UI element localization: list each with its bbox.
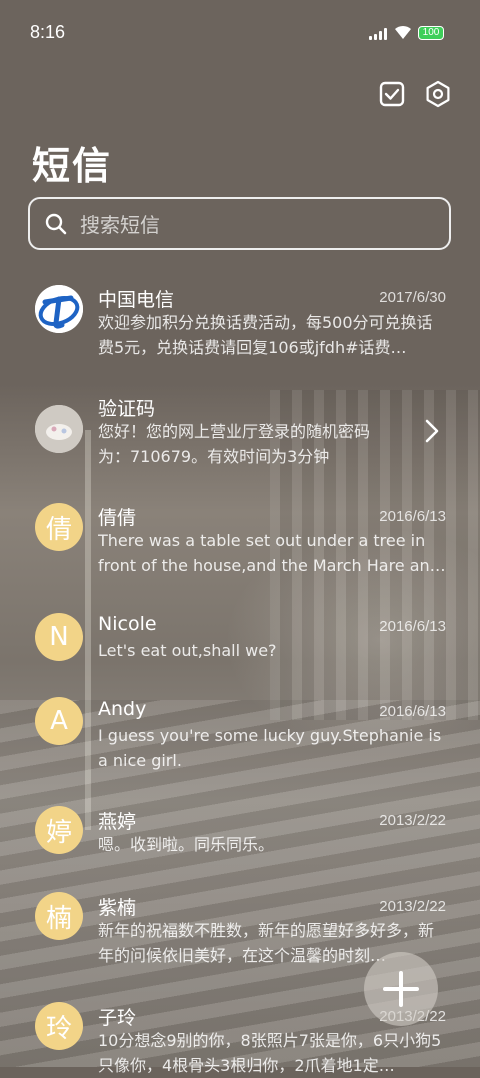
avatar: 倩 — [35, 503, 83, 551]
message-preview: There was a table set out under a tree i… — [98, 531, 446, 575]
contact-name: 倩倩 — [98, 507, 137, 529]
settings-button[interactable] — [422, 78, 454, 110]
message-date: 2016/6/13 — [379, 508, 446, 525]
message-date: 2013/2/22 — [379, 898, 446, 915]
avatar: 玲 — [35, 1002, 83, 1050]
contact-name: Nicole — [98, 613, 157, 635]
status-bar: 8:16 100 — [0, 0, 480, 68]
chevron-right-icon — [425, 419, 439, 443]
contact-name: 验证码 — [98, 398, 156, 420]
message-date: 2013/2/22 — [379, 812, 446, 829]
contact-name: Andy — [98, 698, 147, 720]
contact-name: 燕婷 — [98, 811, 137, 833]
avatar: A — [35, 697, 83, 745]
message-preview: Let's eat out,shall we? — [98, 641, 277, 660]
message-date: 2016/6/13 — [379, 703, 446, 720]
conversation-item[interactable]: N Nicole 2016/6/13 Let's eat out,shall w… — [0, 610, 480, 680]
conversation-item[interactable]: A Andy 2016/6/13 I guess you're some luc… — [0, 697, 480, 787]
checkbox-icon — [379, 81, 405, 107]
message-preview: 10分想念9别的你，8张照片7张是你，6只小狗5只像你，4根骨头3根归你，2爪着… — [98, 1031, 442, 1075]
conversation-item[interactable]: 婷 燕婷 2013/2/22 嗯。收到啦。同乐同乐。 — [0, 806, 480, 876]
status-time: 8:16 — [30, 22, 66, 42]
conversation-item[interactable]: 倩 倩倩 2016/6/13 There was a table set out… — [0, 500, 480, 590]
contact-name: 紫楠 — [98, 897, 137, 919]
message-preview: 欢迎参加积分兑换话费活动，每500分可兑换话费5元，兑换话费请回复106或jfd… — [98, 313, 433, 357]
avatar: 婷 — [35, 806, 83, 854]
settings-hexagon-icon — [426, 80, 450, 108]
select-messages-button[interactable] — [376, 78, 408, 110]
contact-name: 中国电信 — [98, 289, 175, 311]
avatar: 楠 — [35, 892, 83, 940]
message-date: 2017/6/30 — [379, 289, 446, 306]
message-date: 2016/6/13 — [379, 618, 446, 635]
plus-icon — [383, 971, 419, 1007]
message-preview: 您好！您的网上营业厅登录的随机密码为：710679。有效时间为3分钟 — [98, 422, 371, 466]
search-bar[interactable] — [28, 197, 451, 250]
wifi-icon — [395, 25, 411, 39]
conversation-item[interactable]: 验证码 您好！您的网上营业厅登录的随机密码为：710679。有效时间为3分钟 — [0, 390, 480, 480]
search-icon — [45, 213, 67, 235]
avatar — [35, 285, 83, 333]
avatar — [35, 405, 83, 453]
avatar: N — [35, 613, 83, 661]
battery-icon: 100 — [418, 26, 444, 40]
photo-avatar-icon — [35, 405, 83, 453]
conversation-item[interactable]: 中国电信 2017/6/30 欢迎参加积分兑换话费活动，每500分可兑换话费5元… — [0, 280, 480, 370]
message-preview: I guess you're some lucky guy.Stephanie … — [98, 726, 442, 770]
search-input[interactable] — [78, 209, 442, 241]
contact-name: 子玲 — [98, 1007, 137, 1029]
china-telecom-logo-icon — [35, 285, 83, 333]
cellular-signal-icon — [369, 28, 389, 40]
message-preview: 嗯。收到啦。同乐同乐。 — [98, 835, 275, 854]
new-message-button[interactable] — [364, 952, 438, 1026]
page-title: 短信 — [32, 144, 113, 188]
